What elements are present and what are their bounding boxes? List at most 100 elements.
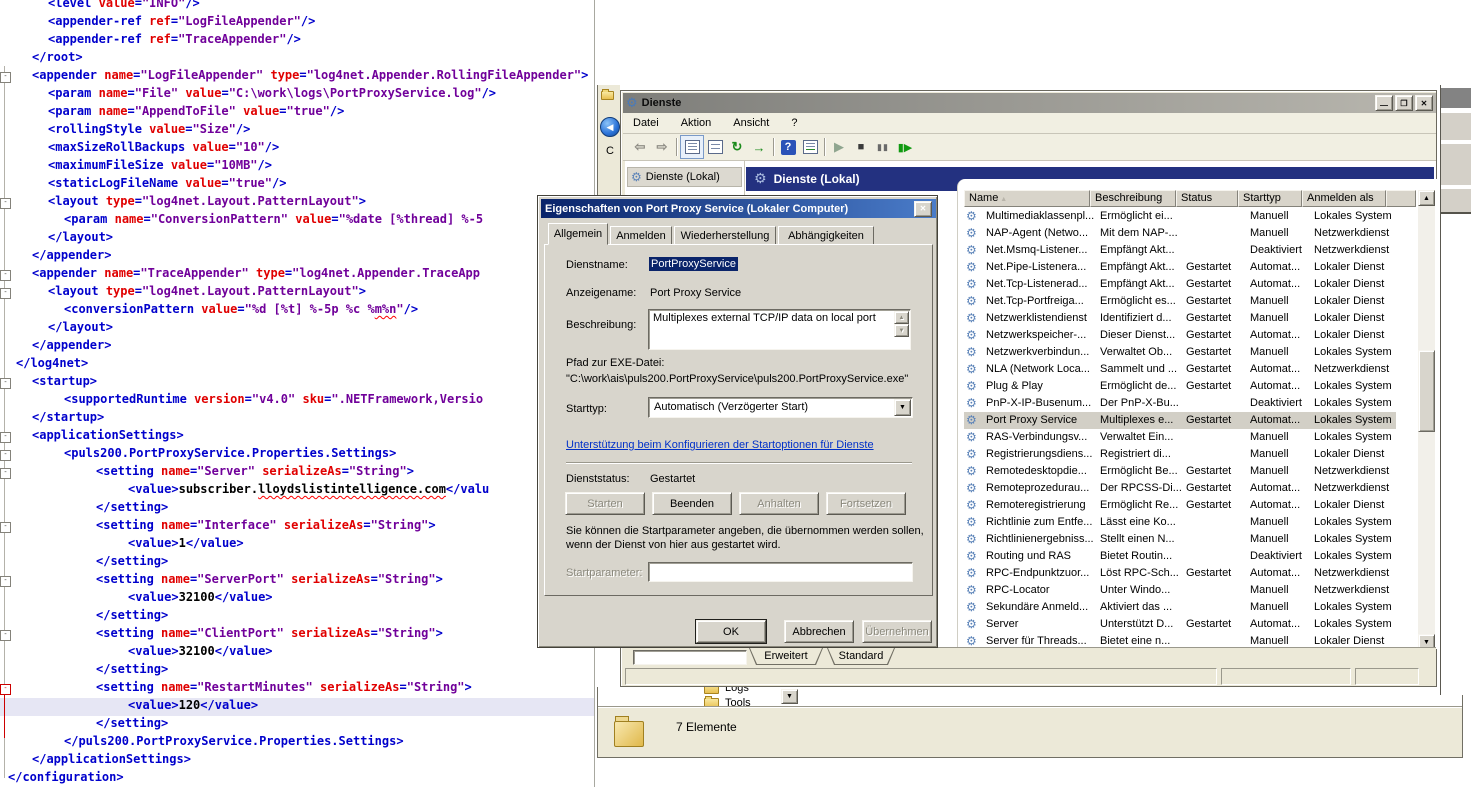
column-header-anmelden-als[interactable]: Anmelden als bbox=[1302, 190, 1386, 207]
column-header-status[interactable]: Status bbox=[1176, 190, 1238, 207]
service-row[interactable]: ⚙Net.Tcp-Listenerad...Empfängt Akt...Ges… bbox=[964, 276, 1396, 293]
service-row[interactable]: ⚙Richtlinie zum Entfe...Lässt eine Ko...… bbox=[964, 514, 1396, 531]
tab-erweitert[interactable]: Erweitert bbox=[749, 648, 823, 665]
fold-toggle-icon[interactable]: - bbox=[0, 630, 11, 641]
code-line[interactable]: </configuration> bbox=[8, 770, 124, 787]
fold-toggle-icon[interactable]: - bbox=[0, 450, 11, 461]
service-row[interactable]: ⚙Netzwerkverbindun...Verwaltet Ob...Gest… bbox=[964, 344, 1396, 361]
fortsetzen-button[interactable]: Fortsetzen bbox=[826, 492, 906, 515]
code-line[interactable]: <appender-ref ref="TraceAppender"/> bbox=[48, 32, 301, 50]
code-line[interactable]: <value>120</value> bbox=[128, 698, 258, 716]
refresh-button[interactable]: ↻ bbox=[726, 136, 748, 158]
service-row[interactable]: ⚙RPC-LocatorUnter Windo...ManuellNetzwer… bbox=[964, 582, 1396, 599]
extended-view-button[interactable] bbox=[799, 136, 821, 158]
fold-toggle-icon[interactable]: - bbox=[0, 432, 11, 443]
code-line[interactable]: <puls200.PortProxyService.Properties.Set… bbox=[64, 446, 396, 464]
service-row[interactable]: ⚙NLA (Network Loca...Sammelt und ...Gest… bbox=[964, 361, 1396, 378]
dialog-tab-allgemein[interactable]: Allgemein bbox=[548, 223, 608, 245]
pause-service-button[interactable]: ▮▮ bbox=[872, 136, 894, 158]
service-row[interactable]: ⚙NetzwerklistendienstIdentifiziert d...G… bbox=[964, 310, 1396, 327]
service-row[interactable]: ⚙Multimediaklassenpl...Ermöglicht ei...M… bbox=[964, 208, 1396, 225]
service-row[interactable]: ⚙Net.Tcp-Portfreiga...Ermöglicht es...Ge… bbox=[964, 293, 1396, 310]
restart-service-button[interactable]: ▮▶ bbox=[894, 136, 916, 158]
dialog-tab-abhaengigkeiten[interactable]: Abhängigkeiten bbox=[778, 226, 874, 245]
tree-item-dienste-lokal[interactable]: ⚙ Dienste (Lokal) bbox=[627, 167, 742, 187]
code-line[interactable]: <param name="File" value="C:\work\logs\P… bbox=[48, 86, 496, 104]
code-line[interactable]: <maximumFileSize value="10MB"/> bbox=[48, 158, 272, 176]
code-line[interactable]: <layout type="log4net.Layout.PatternLayo… bbox=[48, 194, 366, 212]
column-header-beschreibung[interactable]: Beschreibung bbox=[1090, 190, 1176, 207]
menu-hilfe[interactable]: ? bbox=[791, 117, 797, 129]
code-line[interactable]: <layout type="log4net.Layout.PatternLayo… bbox=[48, 284, 366, 302]
anhalten-button[interactable]: Anhalten bbox=[739, 492, 819, 515]
maximize-button[interactable]: ❐ bbox=[1395, 95, 1413, 111]
help-button[interactable]: ? bbox=[777, 136, 799, 158]
code-line[interactable]: </setting> bbox=[96, 662, 168, 680]
view-filter-box[interactable] bbox=[633, 650, 747, 665]
code-line[interactable]: <setting name="RestartMinutes" serialize… bbox=[96, 680, 472, 698]
code-line[interactable]: <setting name="ClientPort" serializeAs="… bbox=[96, 626, 443, 644]
dialog-titlebar[interactable]: Eigenschaften von Port Proxy Service (Lo… bbox=[541, 199, 936, 218]
scroll-up-button[interactable]: ▲ bbox=[1418, 190, 1435, 206]
code-line[interactable]: <rollingStyle value="Size"/> bbox=[48, 122, 250, 140]
code-line[interactable]: <supportedRuntime version="v4.0" sku=".N… bbox=[64, 392, 483, 410]
code-line[interactable]: <conversionPattern value="%d [%t] %-5p %… bbox=[64, 302, 418, 320]
code-line[interactable]: </layout> bbox=[48, 230, 113, 248]
fold-toggle-icon[interactable]: - bbox=[0, 72, 11, 83]
ok-button[interactable]: OK bbox=[696, 620, 766, 643]
dialog-tab-anmelden[interactable]: Anmelden bbox=[610, 226, 672, 245]
code-line[interactable]: </startup> bbox=[32, 410, 104, 428]
starten-button[interactable]: Starten bbox=[565, 492, 645, 515]
code-line[interactable]: <applicationSettings> bbox=[32, 428, 184, 446]
service-row[interactable]: ⚙Net.Pipe-Listenera...Empfängt Akt...Ges… bbox=[964, 259, 1396, 276]
code-line[interactable]: </root> bbox=[32, 50, 83, 68]
fold-toggle-icon[interactable]: - bbox=[0, 270, 11, 281]
dialog-tab-wiederherstellung[interactable]: Wiederherstellung bbox=[674, 226, 776, 245]
service-row[interactable]: ⚙RemoteregistrierungErmöglicht Re...Gest… bbox=[964, 497, 1396, 514]
code-line[interactable]: <value>subscriber.lloydslistintelligence… bbox=[128, 482, 489, 500]
fold-toggle-icon[interactable]: - bbox=[0, 576, 11, 587]
xml-editor[interactable]: <level value="INFO"/><appender-ref ref="… bbox=[0, 0, 595, 787]
code-line[interactable]: <staticLogFileName value="true"/> bbox=[48, 176, 286, 194]
scroll-up-button[interactable]: ▲ bbox=[894, 311, 909, 324]
code-line[interactable]: <setting name="ServerPort" serializeAs="… bbox=[96, 572, 443, 590]
code-line[interactable]: </appender> bbox=[32, 248, 111, 266]
fold-toggle-icon[interactable]: - bbox=[0, 198, 11, 209]
list-scrollbar[interactable]: ▲ ▼ bbox=[1418, 190, 1435, 649]
code-line[interactable]: <param name="AppendToFile" value="true"/… bbox=[48, 104, 344, 122]
code-line[interactable]: </layout> bbox=[48, 320, 113, 338]
service-row[interactable]: ⚙Remotedesktopdie...Ermöglicht Be...Gest… bbox=[964, 463, 1396, 480]
service-row[interactable]: ⚙Routing und RASBietet Routin...Deaktivi… bbox=[964, 548, 1396, 565]
abbrechen-button[interactable]: Abbrechen bbox=[784, 620, 854, 643]
dienstname-value[interactable]: PortProxyService bbox=[649, 257, 738, 271]
tab-standard[interactable]: Standard bbox=[827, 648, 895, 665]
code-line[interactable]: </puls200.PortProxyService.Properties.Se… bbox=[64, 734, 404, 752]
service-row[interactable]: ⚙Net.Msmq-Listener...Empfängt Akt...Deak… bbox=[964, 242, 1396, 259]
code-line[interactable]: <setting name="Interface" serializeAs="S… bbox=[96, 518, 436, 536]
code-line[interactable]: </appender> bbox=[32, 338, 111, 356]
service-row[interactable]: ⚙Port Proxy ServiceMultiplexes e...Gesta… bbox=[964, 412, 1396, 429]
service-row[interactable]: ⚙ServerUnterstützt D...GestartetAutomat.… bbox=[964, 616, 1396, 633]
service-row[interactable]: ⚙PnP-X-IP-Busenum...Der PnP-X-Bu...Deakt… bbox=[964, 395, 1396, 412]
fold-toggle-icon[interactable]: - bbox=[0, 684, 11, 695]
starttyp-combobox[interactable]: Automatisch (Verzögerter Start) ▼ bbox=[648, 397, 913, 418]
service-row[interactable]: ⚙RPC-Endpunktzuor...Löst RPC-Sch...Gesta… bbox=[964, 565, 1396, 582]
service-row[interactable]: ⚙Richtlinienergebniss...Stellt einen N..… bbox=[964, 531, 1396, 548]
code-line[interactable]: <maxSizeRollBackups value="10"/> bbox=[48, 140, 279, 158]
code-line[interactable]: </setting> bbox=[96, 716, 168, 734]
scrollbar-thumb[interactable] bbox=[1418, 350, 1435, 432]
fold-toggle-icon[interactable]: - bbox=[0, 522, 11, 533]
menu-datei[interactable]: Datei bbox=[633, 117, 659, 129]
service-row[interactable]: ⚙RAS-Verbindungsv...Verwaltet Ein...Manu… bbox=[964, 429, 1396, 446]
explorer-back-button[interactable]: ◀ bbox=[600, 117, 620, 137]
service-row[interactable]: ⚙Sekundäre Anmeld...Aktiviert das ...Man… bbox=[964, 599, 1396, 616]
code-line[interactable]: <appender-ref ref="LogFileAppender"/> bbox=[48, 14, 315, 32]
service-row[interactable]: ⚙Registrierungsdiens...Registriert di...… bbox=[964, 446, 1396, 463]
code-line[interactable]: <value>32100</value> bbox=[128, 644, 273, 662]
service-row[interactable]: ⚙Remoteprozedurau...Der RPCSS-Di...Gesta… bbox=[964, 480, 1396, 497]
fold-toggle-icon[interactable]: - bbox=[0, 468, 11, 479]
services-titlebar[interactable]: ⚙ Dienste — ❐ ✕ bbox=[623, 93, 1436, 113]
start-service-button[interactable]: ▶ bbox=[828, 136, 850, 158]
folder-tree-item[interactable]: Logs bbox=[704, 687, 749, 695]
code-line[interactable]: </setting> bbox=[96, 554, 168, 572]
